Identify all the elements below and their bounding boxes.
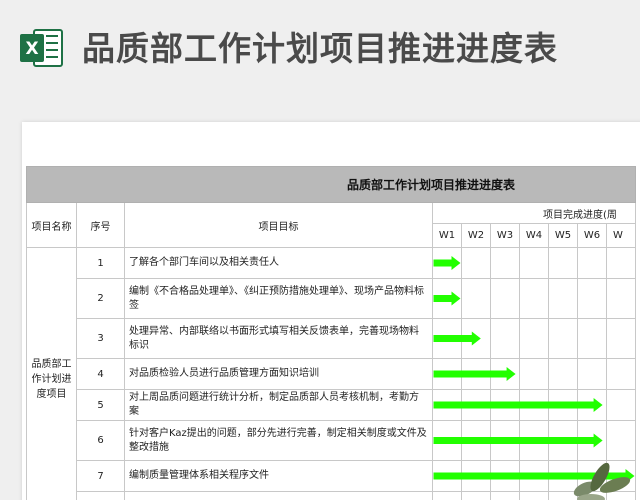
table-row: 4 对品质检验人员进行品质管理方面知识培训 [27,358,636,390]
week-header: W2 [461,223,491,248]
week-cell [461,460,491,492]
week-cell [461,389,491,421]
goal-cell: 了解各个部门车间以及相关责任人 [124,247,433,279]
col-progress: 项目完成进度(周 [432,202,636,224]
table-row: 5 对上周品质问题进行统计分析，制定品质部人员考核机制，考勤方案 [27,389,636,421]
week-cell [519,358,549,390]
week-cell [490,491,520,500]
week-cell [519,420,549,461]
week-cell [461,318,491,359]
seq-cell: 5 [76,389,125,421]
week-header: W1 [432,223,462,248]
week-cell [432,460,462,492]
week-cell [490,460,520,492]
week-cell [577,358,607,390]
goal-cell: 对上周品质问题进行统计分析，制定品质部人员考核机制，考勤方案 [124,389,433,421]
week-cell [461,420,491,461]
goal-cell: 针对客户Kaz提出的问题，部分先进行完善，制定相关制度或文件及整改措施 [124,420,433,461]
week-cell [606,358,636,390]
week-cell [577,389,607,421]
week-cell [577,278,607,319]
goal-cell [124,491,433,500]
table-row [27,491,636,500]
table-title: 品质部工作计划项目推进进度表 [26,166,636,203]
seq-cell: 4 [76,358,125,390]
week-cell [519,278,549,319]
page-title: 品质部工作计划项目推进进度表 [82,29,558,68]
week-cell [461,278,491,319]
week-cell [490,420,520,461]
goal-cell: 编制质量管理体系相关程序文件 [124,460,433,492]
seq-cell: 3 [76,318,125,359]
week-cell [490,247,520,279]
seq-cell [76,491,125,500]
week-cell [490,318,520,359]
table-row: 品质部工作计划进度项目 1 了解各个部门车间以及相关责任人 [26,247,636,500]
week-cell [519,247,549,279]
progress-table: 品质部工作计划项目推进进度表 项目名称 序号 项目目标 项目完成进度(周 W1 … [26,166,636,500]
week-cell [432,278,462,319]
seq-cell: 6 [76,420,125,461]
seq-cell: 7 [76,460,125,492]
week-cell [432,358,462,390]
week-cell [432,389,462,421]
svg-text:X: X [25,39,38,59]
week-cell [548,389,578,421]
week-cell [548,247,578,279]
week-cell [519,460,549,492]
week-header: W [606,223,636,248]
col-project-name: 项目名称 [26,202,77,248]
week-cell [432,247,462,279]
week-cell [577,247,607,279]
week-cell [432,420,462,461]
week-header: W4 [519,223,549,248]
table-row: 7 编制质量管理体系相关程序文件 [27,460,636,492]
week-cell [490,358,520,390]
week-cell [519,491,549,500]
table-row: 6 针对客户Kaz提出的问题，部分先进行完善，制定相关制度或文件及整改措施 [27,420,636,461]
week-cell [519,318,549,359]
week-cell [461,247,491,279]
seq-cell: 1 [76,247,125,279]
week-header: W6 [577,223,607,248]
category-cell: 品质部工作计划进度项目 [26,247,77,500]
table-row: 2 编制《不合格品处理单》、《纠正预防措施处理单》、现场产品物料标签 [27,278,636,319]
week-cell [606,278,636,319]
week-cell [461,491,491,500]
table-row: 3 处理异常、内部联络以书面形式填写相关反馈表单，完善现场物料标识 [27,318,636,359]
week-cell [548,318,578,359]
week-header: W5 [548,223,578,248]
plant-decoration [573,462,631,500]
week-cell [461,358,491,390]
week-cell [606,247,636,279]
week-header: W3 [490,223,520,248]
goal-cell: 编制《不合格品处理单》、《纠正预防措施处理单》、现场产品物料标签 [124,278,433,319]
week-cell [490,389,520,421]
week-cell [519,389,549,421]
week-cell [606,389,636,421]
week-cell [548,278,578,319]
col-seq: 序号 [76,202,125,248]
col-goal: 项目目标 [124,202,433,248]
week-cell [548,358,578,390]
spreadsheet-sheet: 品质部工作计划项目推进进度表 项目名称 序号 项目目标 项目完成进度(周 W1 … [22,122,640,500]
week-cell [432,491,462,500]
goal-cell: 对品质检验人员进行品质管理方面知识培训 [124,358,433,390]
header: X 品质部工作计划项目推进进度表 [0,0,640,100]
seq-cell: 2 [76,278,125,319]
goal-cell: 处理异常、内部联络以书面形式填写相关反馈表单，完善现场物料标识 [124,318,433,359]
excel-icon: X [20,29,63,67]
week-cell [432,318,462,359]
week-cell [606,318,636,359]
week-cell [490,278,520,319]
week-cell [577,318,607,359]
